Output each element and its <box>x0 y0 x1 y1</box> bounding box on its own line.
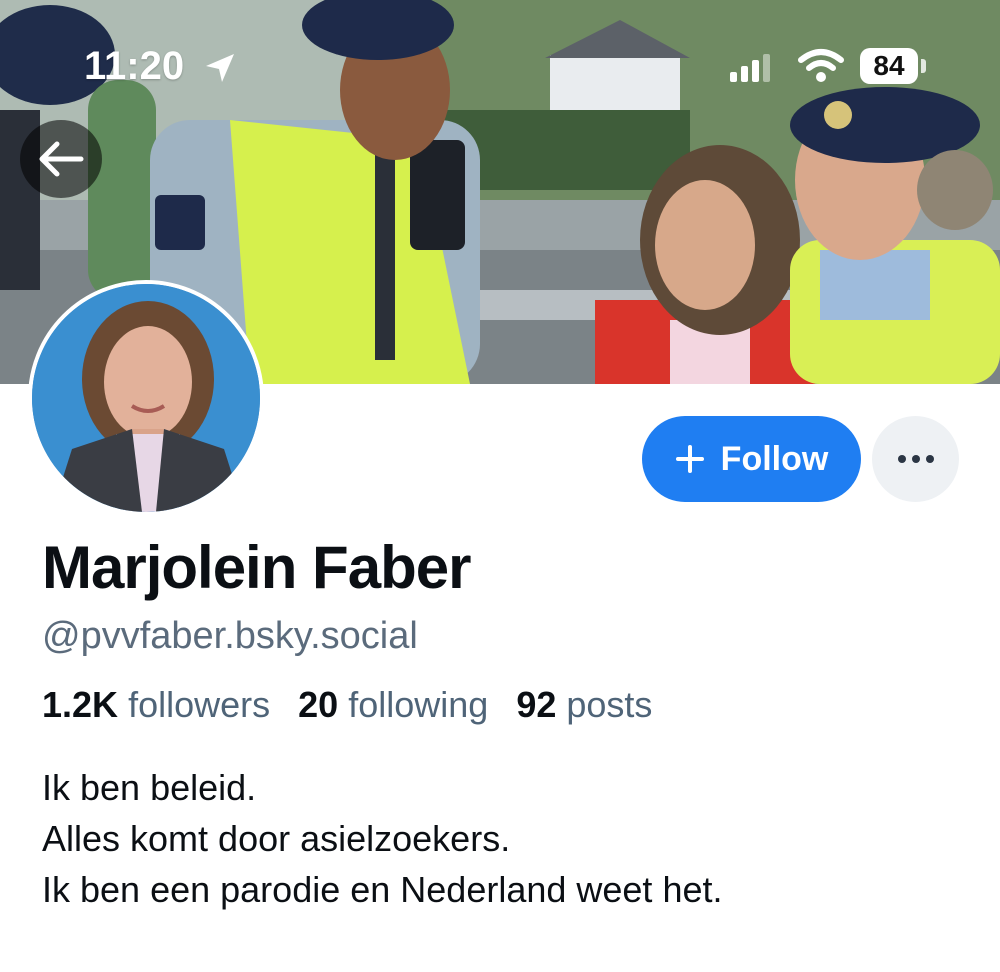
avatar[interactable] <box>28 280 264 516</box>
following-label: following <box>348 684 489 725</box>
back-button[interactable] <box>20 120 102 198</box>
arrow-left-icon <box>39 141 84 177</box>
profile-stats: 1.2K followers 20 following 92 posts <box>42 684 670 726</box>
display-name: Marjolein Faber <box>42 534 471 601</box>
followers-count: 1.2K <box>42 684 119 725</box>
battery-level: 84 <box>873 50 905 81</box>
bio-line: Ik ben een parodie en Nederland weet het… <box>42 869 723 910</box>
status-time: 11:20 <box>84 44 185 88</box>
ellipsis-icon <box>897 455 934 463</box>
followers-label: followers <box>128 684 271 725</box>
posts-stat: 92 posts <box>516 684 652 725</box>
profile-bio: Ik ben beleid. Alles komt door asielzoek… <box>42 762 722 915</box>
posts-count: 92 <box>516 684 557 725</box>
battery-nub <box>921 59 926 73</box>
more-options-button[interactable] <box>872 416 959 502</box>
wifi-icon <box>798 49 844 82</box>
location-arrow-icon <box>206 54 234 82</box>
follow-button[interactable]: Follow <box>642 416 861 502</box>
following-count: 20 <box>298 684 339 725</box>
following-link[interactable]: 20 following <box>298 684 498 725</box>
profile-handle: @pvvfaber.bsky.social <box>42 615 418 657</box>
bio-line: Ik ben beleid. <box>42 767 257 808</box>
followers-link[interactable]: 1.2K followers <box>42 684 280 725</box>
avatar-photo <box>32 284 260 512</box>
posts-label: posts <box>566 684 653 725</box>
follow-label: Follow <box>720 439 829 478</box>
plus-icon <box>675 445 704 473</box>
bio-line: Alles komt door asielzoekers. <box>42 818 511 859</box>
signal-icon <box>730 54 770 82</box>
battery-icon: 84 <box>860 48 918 84</box>
